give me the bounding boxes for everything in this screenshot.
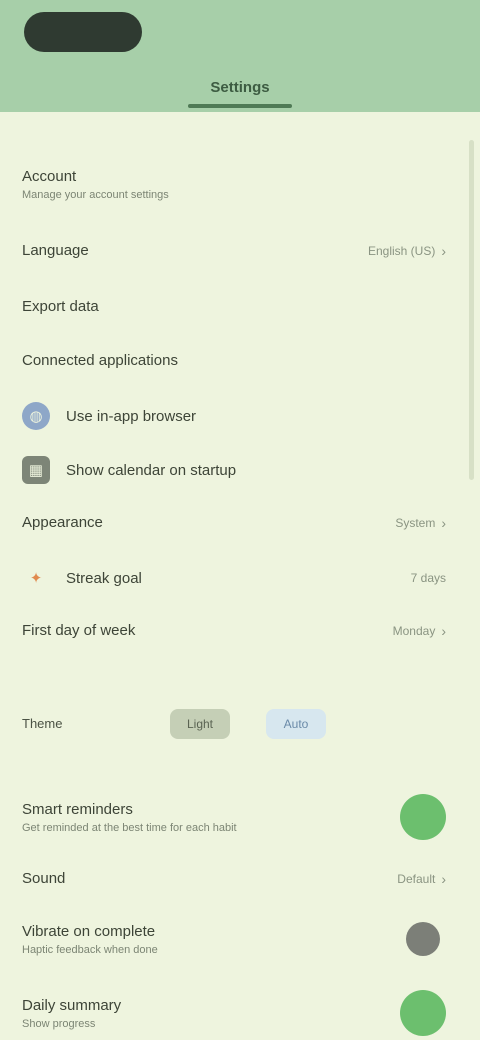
account-sub: Manage your account settings	[22, 189, 169, 201]
app-header: Settings	[0, 0, 480, 112]
calendar-label: Show calendar on startup	[66, 461, 237, 479]
account-label: Account	[22, 168, 77, 185]
tab-settings[interactable]: Settings	[210, 79, 269, 96]
account-row[interactable]: Account Manage your account settings	[22, 168, 446, 201]
chevron-right-icon: ›	[441, 622, 446, 639]
active-tab-indicator	[188, 104, 292, 108]
sound-row[interactable]: Sound Default ›	[22, 870, 446, 887]
sound-value: Default	[397, 871, 436, 886]
appearance-row[interactable]: Appearance System ›	[22, 514, 446, 531]
smart-reminders-label: Smart reminders	[22, 800, 133, 818]
language-label: Language	[22, 242, 89, 259]
vibrate-toggle[interactable]	[406, 922, 440, 956]
globe-icon: ◍	[22, 402, 50, 430]
smart-reminders-sub: Get reminded at the best time for each h…	[22, 821, 237, 834]
daily-summary-row: Daily summary Show progress	[22, 990, 446, 1036]
vibrate-row: Vibrate on complete Haptic feedback when…	[22, 922, 446, 956]
connected-apps-label: Connected applications	[22, 352, 178, 369]
vibrate-sub: Haptic feedback when done	[22, 943, 158, 956]
first-day-value: Monday	[392, 623, 436, 638]
streak-value: 7 days	[410, 571, 446, 585]
scrollbar[interactable]	[469, 140, 474, 480]
first-day-row[interactable]: First day of week Monday ›	[22, 622, 446, 639]
language-row[interactable]: Language English (US) ›	[22, 242, 446, 259]
status-pill	[24, 12, 142, 52]
appearance-label: Appearance	[22, 514, 103, 531]
streak-label: Streak goal	[66, 569, 142, 587]
export-data-row[interactable]: Export data	[22, 298, 446, 315]
vibrate-label: Vibrate on complete	[22, 922, 156, 940]
calendar-icon: ▦	[22, 456, 50, 484]
daily-summary-sub: Show progress	[22, 1017, 96, 1030]
chevron-right-icon: ›	[441, 514, 446, 531]
first-day-label: First day of week	[22, 622, 136, 639]
theme-option-light[interactable]: Light	[170, 709, 230, 739]
chevron-right-icon: ›	[441, 242, 446, 259]
chevron-right-icon: ›	[441, 870, 446, 887]
theme-option-auto[interactable]: Auto	[266, 709, 326, 739]
fire-icon: ✦	[29, 570, 43, 587]
connected-apps-row[interactable]: Connected applications	[22, 352, 446, 369]
calendar-row[interactable]: ▦ Show calendar on startup	[22, 456, 446, 484]
daily-summary-label: Daily summary	[22, 996, 122, 1014]
streak-row[interactable]: ✦ Streak goal 7 days	[22, 564, 446, 592]
appearance-value: System	[395, 515, 436, 530]
browser-row[interactable]: ◍ Use in-app browser	[22, 402, 446, 430]
export-data-label: Export data	[22, 298, 99, 315]
theme-label: Theme	[22, 716, 63, 731]
sound-label: Sound	[22, 870, 66, 887]
browser-label: Use in-app browser	[66, 407, 197, 425]
language-value: English (US)	[367, 243, 436, 258]
smart-reminders-toggle[interactable]	[400, 794, 446, 840]
smart-reminders-row: Smart reminders Get reminded at the best…	[22, 794, 446, 840]
daily-summary-toggle[interactable]	[400, 990, 446, 1036]
theme-row: Theme Light Auto	[22, 696, 446, 752]
